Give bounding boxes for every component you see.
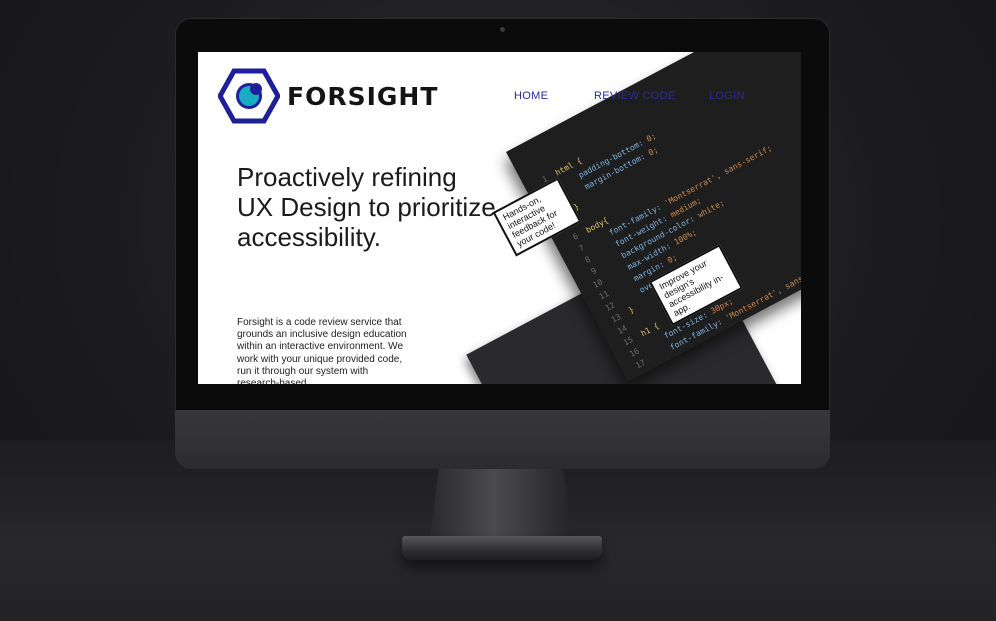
hero-description: Forsight is a code review service that g… (237, 317, 407, 384)
monitor-stand-base (402, 536, 602, 560)
nav-home-link[interactable]: HOME (514, 90, 548, 102)
camera-dot (500, 27, 505, 32)
brand-logo[interactable]: FORSIGHT (218, 68, 438, 124)
monitor-chin (175, 410, 830, 469)
website-screen: 1html {2 padding-bottom: 0;3 margin-bott… (198, 52, 801, 384)
brand-name: FORSIGHT (287, 81, 439, 111)
hero-headline: Proactively refining UX Design to priori… (237, 162, 496, 252)
monitor-stand-neck (430, 469, 572, 539)
eye-icon (218, 68, 280, 124)
nav-login-link[interactable]: LOGIN (709, 90, 745, 102)
nav-review-code-link[interactable]: REVIEW CODE (594, 90, 676, 102)
